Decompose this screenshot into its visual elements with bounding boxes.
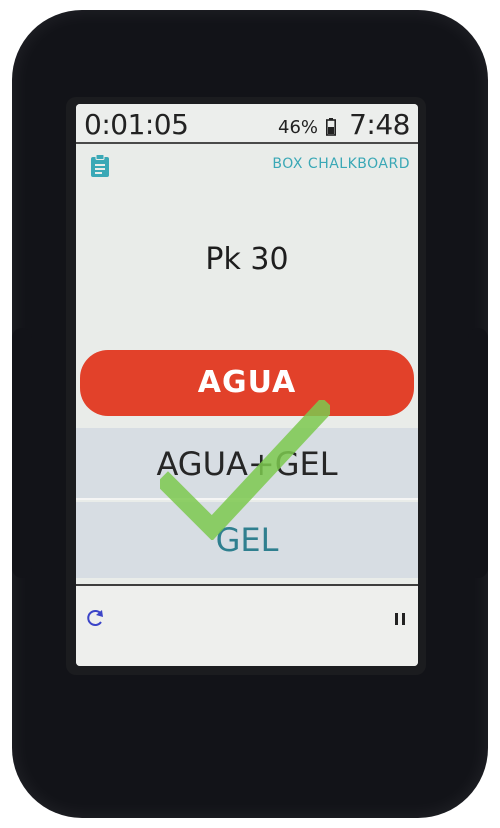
device-side-left — [12, 328, 32, 578]
battery-percent: 46% — [278, 117, 319, 138]
option-gel-button[interactable]: GEL — [76, 502, 418, 578]
screen: 0:01:05 46% 7:48 BOX CHALKBOARD Pk 30 AG… — [76, 104, 418, 666]
status-bar: 0:01:05 46% 7:48 — [76, 104, 418, 144]
page-title: Pk 30 — [205, 242, 289, 277]
elapsed-time: 0:01:05 — [84, 108, 189, 141]
clock: 7:48 — [349, 108, 410, 141]
option-agua-button[interactable]: AGUA — [80, 350, 414, 416]
reset-icon[interactable] — [86, 608, 106, 628]
option-agua-gel-button[interactable]: AGUA+GEL — [76, 428, 418, 500]
app-name: BOX CHALKBOARD — [272, 156, 410, 172]
pause-icon[interactable] — [394, 612, 406, 626]
clipboard-icon[interactable] — [90, 154, 110, 178]
battery-icon — [326, 118, 336, 136]
footer-bar — [76, 586, 418, 666]
device-side-right — [468, 328, 488, 578]
